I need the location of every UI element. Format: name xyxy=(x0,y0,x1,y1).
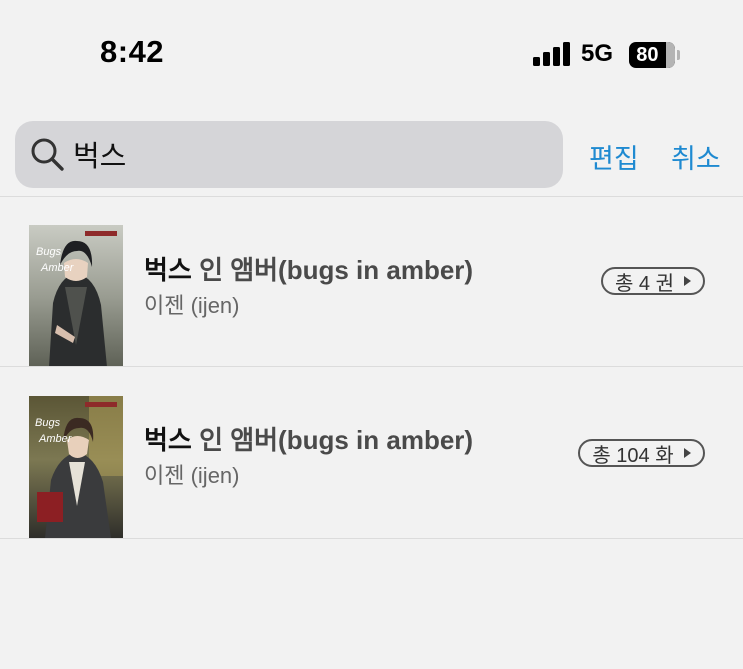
play-triangle-icon xyxy=(684,276,692,286)
book-cover: Bugs Amber xyxy=(29,225,123,367)
play-triangle-icon xyxy=(683,448,691,458)
cancel-button[interactable]: 취소 xyxy=(671,137,721,176)
signal-strength-icon xyxy=(533,42,571,66)
result-row[interactable]: Bugs Amber 벅스 인 앰버(bugs in amber) 이젠 (ij… xyxy=(0,366,743,538)
search-icon xyxy=(31,138,64,171)
book-cover: Bugs Amber xyxy=(29,396,123,538)
status-bar: 8:42 5G 80 xyxy=(0,0,743,100)
network-type: 5G xyxy=(581,40,614,67)
battery-icon: 80 xyxy=(629,42,675,68)
result-author: 이젠 (ijen) xyxy=(144,463,240,488)
edit-button[interactable]: 편집 xyxy=(589,137,639,176)
result-title-rest: 인 앰버(bugs in amber) xyxy=(191,255,474,285)
result-author: 이젠 (ijen) xyxy=(144,293,240,318)
search-input[interactable] xyxy=(73,129,543,179)
search-bar[interactable] xyxy=(15,121,563,188)
divider xyxy=(0,538,743,539)
battery-level: 80 xyxy=(636,44,659,66)
result-title-highlight: 벅스 xyxy=(144,255,192,285)
result-title-highlight: 벅스 xyxy=(144,425,192,455)
svg-text:Bugs: Bugs xyxy=(36,246,62,258)
svg-text:Amber: Amber xyxy=(38,433,73,445)
svg-text:Amber: Amber xyxy=(40,262,75,274)
badge-label: 총 104 화 xyxy=(592,444,674,467)
status-time: 8:42 xyxy=(100,34,165,69)
result-title: 벅스 인 앰버(bugs in amber) xyxy=(144,420,473,457)
volume-count-badge[interactable]: 총 4 권 xyxy=(601,267,705,295)
result-title-rest: 인 앰버(bugs in amber) xyxy=(191,425,474,455)
battery-nub xyxy=(677,50,680,60)
result-row[interactable]: Bugs Amber 벅스 인 앰버(bugs in amber) 이젠 (ij… xyxy=(0,196,743,367)
episode-count-badge[interactable]: 총 104 화 xyxy=(578,439,705,467)
badge-label: 총 4 권 xyxy=(614,272,675,295)
result-title: 벅스 인 앰버(bugs in amber) xyxy=(144,250,473,287)
svg-text:Bugs: Bugs xyxy=(35,417,61,429)
